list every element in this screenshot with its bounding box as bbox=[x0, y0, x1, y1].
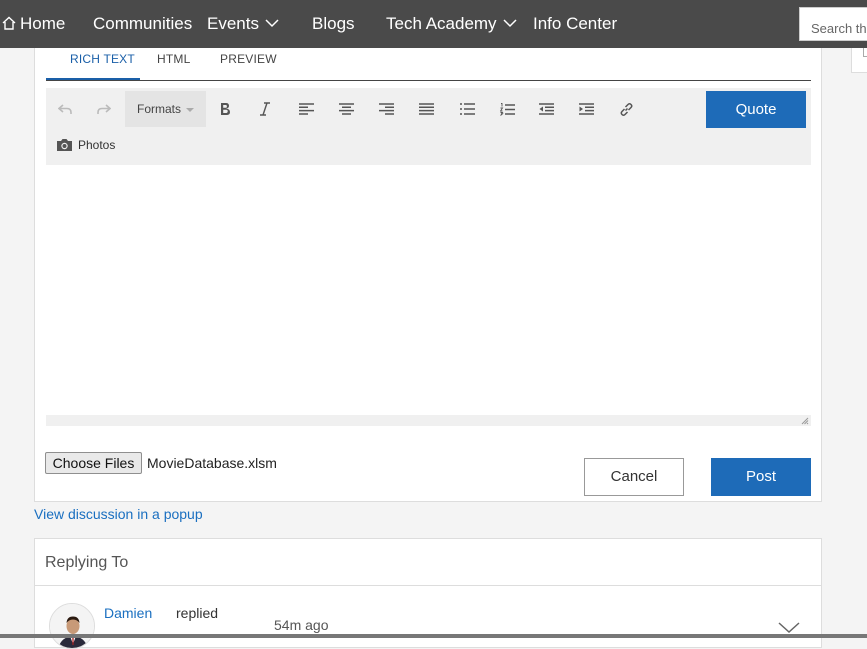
search-input[interactable] bbox=[799, 7, 867, 41]
nav-home[interactable]: Home bbox=[2, 0, 65, 48]
view-popup-link[interactable]: View discussion in a popup bbox=[34, 506, 203, 522]
home-icon bbox=[2, 16, 16, 30]
photos-label: Photos bbox=[78, 138, 116, 152]
cancel-button[interactable]: Cancel bbox=[584, 458, 684, 496]
editor-statusbar bbox=[46, 415, 811, 426]
bold-icon bbox=[221, 103, 230, 115]
reply-action-text: replied bbox=[176, 605, 219, 621]
replying-divider bbox=[35, 585, 821, 586]
outdent-button[interactable] bbox=[532, 95, 560, 123]
reply-timestamp: 54m ago bbox=[274, 617, 329, 633]
bold-button[interactable] bbox=[211, 95, 239, 123]
align-right-button[interactable] bbox=[372, 95, 400, 123]
chevron-down-icon bbox=[503, 18, 517, 27]
reply-author-link[interactable]: Damien bbox=[104, 605, 152, 621]
nav-info-center[interactable]: Info Center bbox=[533, 0, 617, 48]
camera-icon bbox=[57, 139, 72, 151]
align-left-icon bbox=[298, 103, 314, 115]
formats-dropdown[interactable]: Formats bbox=[125, 91, 206, 127]
link-button[interactable] bbox=[612, 95, 640, 123]
side-panel-fragment bbox=[851, 48, 867, 73]
avatar[interactable] bbox=[49, 603, 95, 649]
nav-events-label: Events bbox=[207, 14, 259, 33]
nav-tech-academy-label: Tech Academy bbox=[386, 14, 497, 33]
align-right-icon bbox=[378, 103, 394, 115]
nav-home-label: Home bbox=[20, 14, 66, 33]
quote-button[interactable]: Quote bbox=[706, 91, 806, 128]
active-tab-indicator bbox=[46, 78, 140, 80]
align-center-button[interactable] bbox=[332, 95, 360, 123]
justify-icon bbox=[418, 103, 434, 115]
undo-button[interactable] bbox=[51, 95, 79, 123]
redo-icon bbox=[97, 104, 111, 114]
outdent-icon bbox=[538, 103, 554, 115]
replying-to-title: Replying To bbox=[45, 554, 129, 571]
nav-blogs[interactable]: Blogs bbox=[312, 0, 355, 48]
editor-content-area[interactable] bbox=[46, 165, 811, 415]
choose-files-button[interactable]: Choose Files bbox=[45, 452, 142, 474]
bullet-list-icon bbox=[459, 103, 475, 115]
post-button[interactable]: Post bbox=[711, 458, 811, 496]
redo-button[interactable] bbox=[90, 95, 118, 123]
nav-communities-label: Communities bbox=[93, 14, 193, 33]
chevron-down-icon[interactable] bbox=[778, 622, 800, 634]
nav-communities[interactable]: Communities bbox=[93, 0, 192, 48]
indent-button[interactable] bbox=[572, 95, 600, 123]
italic-icon bbox=[260, 102, 270, 116]
align-left-button[interactable] bbox=[292, 95, 320, 123]
nav-events[interactable]: Events bbox=[207, 0, 279, 48]
photos-button[interactable]: Photos bbox=[56, 136, 115, 154]
nav-info-center-label: Info Center bbox=[533, 14, 618, 33]
top-nav: Home Communities Events Blogs Tech Acade… bbox=[0, 0, 867, 48]
justify-button[interactable] bbox=[412, 95, 440, 123]
chevron-down-icon bbox=[265, 18, 279, 27]
tab-html[interactable]: HTML bbox=[157, 48, 190, 80]
nav-tech-academy[interactable]: Tech Academy bbox=[386, 0, 517, 48]
caret-down-icon bbox=[186, 107, 195, 112]
bullet-list-button[interactable] bbox=[453, 95, 481, 123]
resize-grip-icon[interactable] bbox=[801, 417, 809, 425]
tab-preview[interactable]: PREVIEW bbox=[220, 48, 277, 80]
numbered-list-button[interactable] bbox=[493, 95, 521, 123]
formats-label: Formats bbox=[137, 102, 182, 116]
replying-to-card bbox=[34, 538, 822, 648]
italic-button[interactable] bbox=[251, 95, 279, 123]
link-icon bbox=[620, 102, 632, 116]
tab-rich-text[interactable]: RICH TEXT bbox=[70, 48, 135, 80]
tabs-divider bbox=[46, 80, 811, 81]
undo-icon bbox=[58, 104, 72, 114]
bottom-edge-strip bbox=[0, 634, 867, 638]
selected-file-name: MovieDatabase.xlsm bbox=[147, 455, 277, 471]
align-center-icon bbox=[338, 103, 354, 115]
user-photo bbox=[50, 604, 94, 648]
nav-blogs-label: Blogs bbox=[312, 14, 355, 33]
numbered-list-icon bbox=[499, 102, 515, 116]
indent-icon bbox=[578, 103, 594, 115]
